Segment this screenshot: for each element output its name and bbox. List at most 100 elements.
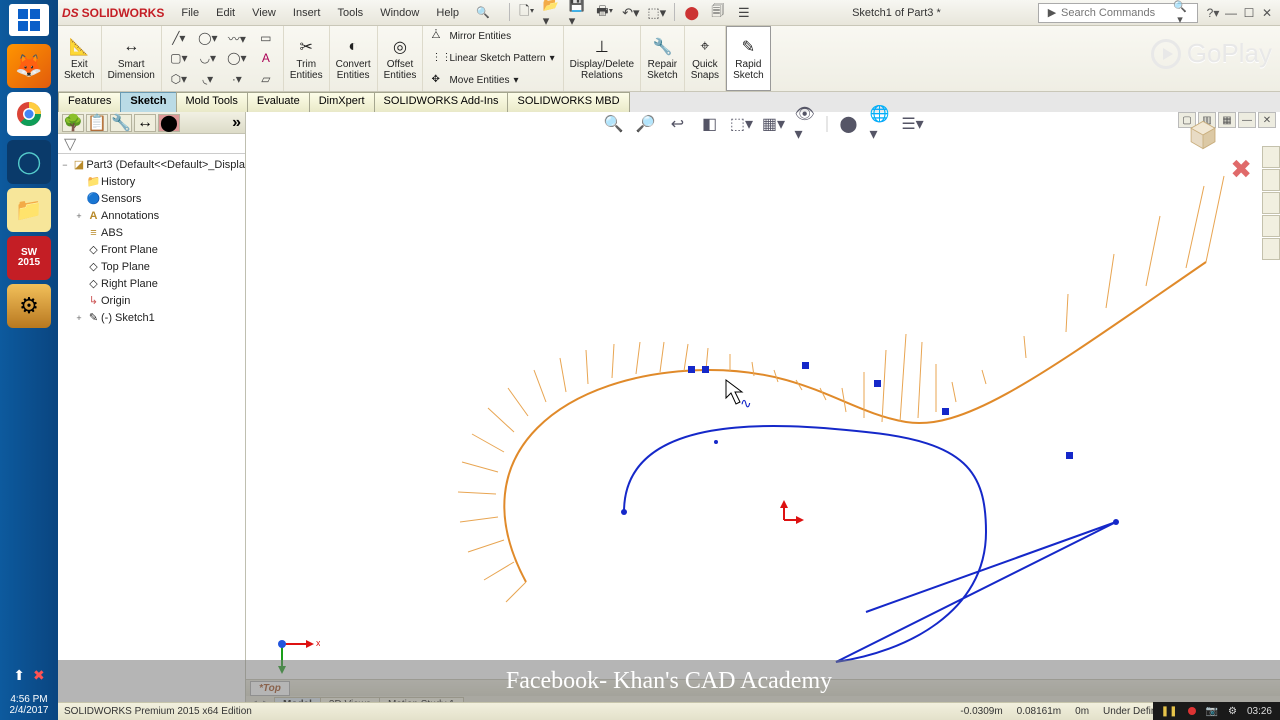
maximize-icon[interactable]: ☐ — [1240, 4, 1258, 22]
undo-icon[interactable]: ↶▾ — [620, 3, 642, 23]
quick-snaps-button[interactable]: ⌖ Quick Snaps — [685, 26, 726, 91]
tab-mbd[interactable]: SOLIDWORKS MBD — [507, 92, 629, 112]
menu-insert[interactable]: Insert — [293, 7, 321, 19]
exit-sketch-button[interactable]: 📐 Exit Sketch — [58, 26, 102, 91]
feature-manager-panel: 🌳 📋 🔧 ↔ ⬤ » ▽ −◪Part3 (Default<<Default>… — [58, 112, 246, 720]
rapid-sketch-button[interactable]: ✎ Rapid Sketch — [726, 26, 771, 91]
tab-sketch[interactable]: Sketch — [120, 92, 176, 112]
ellipse-tool[interactable]: ◯▾ — [224, 49, 250, 67]
search-scope-icon[interactable]: ▶ — [1043, 6, 1061, 19]
line-tool[interactable]: ╱▾ — [166, 29, 192, 47]
fm-tab-appear-icon[interactable]: ⬤ — [158, 114, 180, 132]
spline-blue[interactable] — [624, 426, 1116, 662]
slot-tool[interactable]: ▭ — [253, 29, 279, 47]
tree-origin[interactable]: ↳Origin — [72, 292, 245, 309]
settings-icon[interactable]: ☰ — [733, 3, 755, 23]
menu-tools[interactable]: Tools — [337, 7, 363, 19]
select-icon[interactable]: ⬚▾ — [646, 3, 668, 23]
recording-tray: ❚❚ 📷 ⚙ 03:26 — [1153, 702, 1280, 720]
tree-sensors[interactable]: 🔵Sensors — [72, 190, 245, 207]
fm-tab-dim-icon[interactable]: ↔ — [134, 114, 156, 132]
tab-mold-tools[interactable]: Mold Tools — [176, 92, 248, 112]
spline-orange[interactable] — [504, 262, 1206, 582]
close-icon[interactable]: ✕ — [1258, 4, 1276, 22]
graphics-area[interactable]: 🔍 🔎 ↩ ◧ ⬚▾ ▦▾ 👁▾ ⬤ 🌐▾ ☰▾ ▢ ▥ ▦ — ✕ ✖ — [246, 112, 1280, 720]
tree-sketch1[interactable]: +✎(-) Sketch1 — [72, 309, 245, 326]
search-icon[interactable]: 🔍▾ — [1171, 0, 1189, 26]
document-title: Sketch1 of Part3 * — [852, 7, 941, 19]
taskbar-clock[interactable]: 4:56 PM 2/4/2017 — [0, 690, 58, 720]
plane-tool[interactable]: ▱ — [253, 70, 279, 88]
pause-icon[interactable]: ❚❚ — [1161, 706, 1178, 717]
fm-tab-config-icon[interactable]: 🔧 — [110, 114, 132, 132]
move-entities-button[interactable]: ✥Move Entities▾ — [431, 71, 554, 91]
offset-entities-button[interactable]: ◎ Offset Entities — [378, 26, 424, 91]
fm-tab-tree-icon[interactable]: 🌳 — [62, 114, 84, 132]
tree-right-plane[interactable]: ◇Right Plane — [72, 275, 245, 292]
start-button[interactable] — [9, 4, 49, 36]
explorer-icon[interactable]: 📁 — [7, 188, 51, 232]
spline-tool[interactable]: 〰▾ — [224, 29, 250, 47]
menu-help[interactable]: Help — [436, 7, 459, 19]
save-icon[interactable]: 💾▾ — [568, 3, 590, 23]
text-tool[interactable]: A — [253, 49, 279, 67]
minimize-icon[interactable]: — — [1222, 4, 1240, 22]
help-icon[interactable]: ?▾ — [1204, 4, 1222, 22]
solidworks-icon[interactable]: SW2015 — [7, 236, 51, 280]
tab-addins[interactable]: SOLIDWORKS Add-Ins — [374, 92, 509, 112]
settings-tray-icon[interactable]: ⚙ — [1228, 706, 1237, 717]
goplay-watermark: GoPlay — [1151, 38, 1272, 69]
camera-icon[interactable]: 📷 — [1206, 706, 1218, 717]
arc-tool[interactable]: ◡▾ — [195, 49, 221, 67]
title-bar: DSSOLIDWORKS File Edit View Insert Tools… — [58, 0, 1280, 26]
tree-root[interactable]: −◪Part3 (Default<<Default>_Displa — [58, 156, 245, 173]
search-input[interactable] — [1061, 7, 1171, 19]
tree-top-plane[interactable]: ◇Top Plane — [72, 258, 245, 275]
tree-material[interactable]: ≡ABS — [72, 224, 245, 241]
poly-tool[interactable]: ⬡▾ — [166, 70, 192, 88]
linear-pattern-button[interactable]: ⋮⋮Linear Sketch Pattern▾ — [431, 49, 554, 69]
tree-front-plane[interactable]: ◇Front Plane — [72, 241, 245, 258]
rebuild-icon[interactable]: ⬤ — [681, 3, 703, 23]
repair-sketch-button[interactable]: 🔧 Repair Sketch — [641, 26, 685, 91]
trim-entities-button[interactable]: ✂ Trim Entities — [284, 26, 330, 91]
circle-tool[interactable]: ◯▾ — [195, 29, 221, 47]
menu-view[interactable]: View — [252, 7, 276, 19]
record-icon[interactable] — [1188, 707, 1196, 715]
mirror-icon: ⧊ — [431, 30, 445, 44]
assembly-icon[interactable]: ⚙ — [7, 284, 51, 328]
mirror-entities-button[interactable]: ⧊Mirror Entities — [431, 27, 554, 47]
point-tool[interactable]: ·▾ — [224, 70, 250, 88]
fm-expand-icon[interactable]: » — [232, 114, 241, 132]
open-icon[interactable]: 📂▾ — [542, 3, 564, 23]
tab-features[interactable]: Features — [58, 92, 121, 112]
edge-icon[interactable]: ◯ — [7, 140, 51, 184]
svg-text:x: x — [316, 638, 320, 648]
options-icon[interactable]: 🗐 — [707, 3, 729, 23]
new-icon[interactable]: 🗋▾ — [516, 3, 538, 23]
firefox-icon[interactable]: 🦊 — [7, 44, 51, 88]
smart-dimension-button[interactable]: ↔ Smart Dimension — [102, 26, 162, 91]
menu-file[interactable]: File — [181, 7, 199, 19]
display-relations-button[interactable]: ⊥ Display/Delete Relations — [564, 26, 641, 91]
tab-dimxpert[interactable]: DimXpert — [309, 92, 375, 112]
tab-evaluate[interactable]: Evaluate — [247, 92, 310, 112]
solidworks-window: DSSOLIDWORKS File Edit View Insert Tools… — [58, 0, 1280, 720]
tree-history[interactable]: 📁History — [72, 173, 245, 190]
fillet-tool[interactable]: ◟▾ — [195, 70, 221, 88]
fm-tab-props-icon[interactable]: 📋 — [86, 114, 108, 132]
main-area: 🌳 📋 🔧 ↔ ⬤ » ▽ −◪Part3 (Default<<Default>… — [58, 112, 1280, 720]
print-icon[interactable]: 🖶▾ — [594, 3, 616, 23]
status-coord-z: 0m — [1075, 706, 1089, 717]
rect-tool[interactable]: ▢▾ — [166, 49, 192, 67]
taskbar-tray[interactable]: ⬆✖ — [0, 661, 58, 690]
chrome-icon[interactable] — [7, 92, 51, 136]
convert-entities-button[interactable]: ◐ Convert Entities — [330, 26, 378, 91]
fm-filter[interactable]: ▽ — [58, 134, 245, 154]
menu-window[interactable]: Window — [380, 7, 419, 19]
tree-annotations[interactable]: +AAnnotations — [72, 207, 245, 224]
command-search[interactable]: ▶ 🔍▾ — [1038, 3, 1198, 23]
menu-search-icon[interactable]: 🔍 — [476, 7, 490, 19]
menu-edit[interactable]: Edit — [216, 7, 235, 19]
pattern-group: ⧊Mirror Entities ⋮⋮Linear Sketch Pattern… — [423, 26, 563, 91]
